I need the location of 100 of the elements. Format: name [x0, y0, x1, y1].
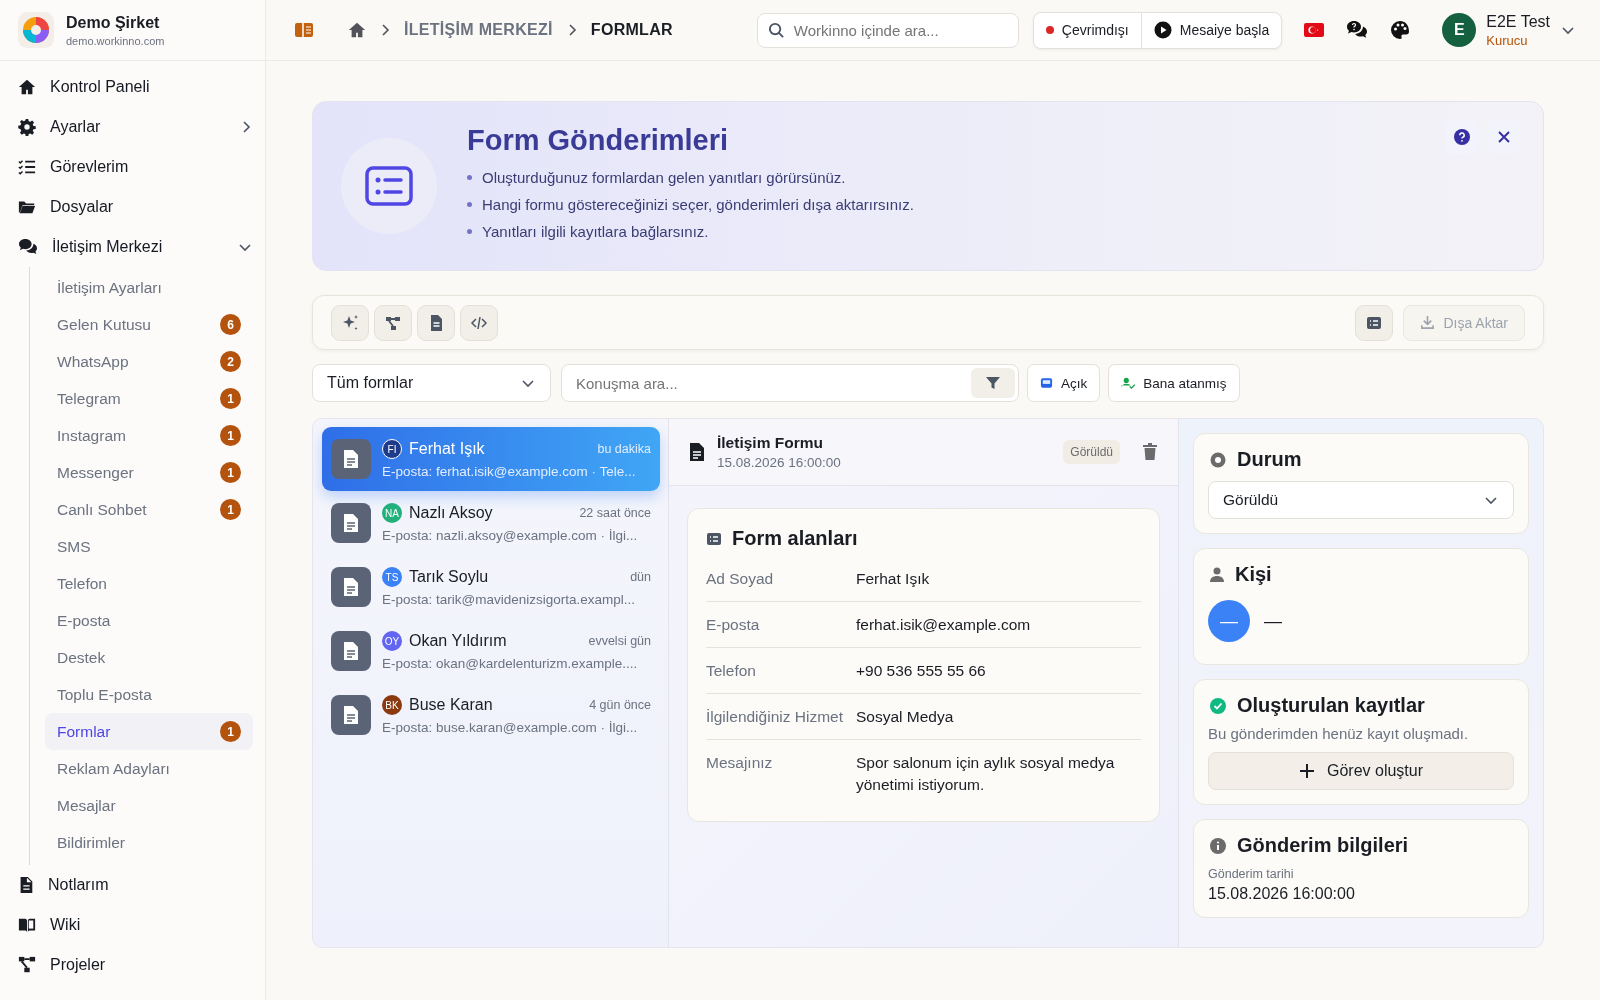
form-name: İletişim Formu — [717, 434, 824, 452]
count-badge: 1 — [220, 721, 241, 742]
banner-bullet-text: Oluşturduğunuz formlardan gelen yanıtları görürsünüz. — [482, 169, 846, 186]
document-button[interactable] — [417, 304, 455, 341]
field-value: Sosyal Medya — [856, 707, 954, 727]
home-icon[interactable] — [348, 21, 366, 39]
avatar: BK — [382, 695, 402, 715]
search-field[interactable]: Workinno içinde ara... — [756, 12, 1019, 48]
document-icon — [343, 577, 359, 597]
submission-item[interactable]: BK Buse Karan 4 gün önce E-posta: buse.karan@example.com · İlgi... — [322, 683, 660, 747]
presence-button[interactable]: Çevrimdışı — [1033, 12, 1141, 48]
submitter-name: Okan Yıldırım — [409, 632, 508, 650]
avatar: TS — [382, 567, 402, 587]
sidebar-subitem[interactable]: Messenger 1 — [45, 454, 253, 491]
sidebar-item[interactable]: Dosyalar — [50, 198, 253, 216]
sidebar-subitem[interactable]: Formlar 1 — [45, 713, 253, 750]
preview-text: E-posta: tarik@mavidenizsigorta.exampl... — [382, 592, 637, 607]
submission-item[interactable]: OY Okan Yıldırım evvelsi gün E-posta: okan@kardelenturizm.example.... — [322, 619, 660, 683]
count-badge: 1 — [220, 499, 241, 520]
breadcrumb-item[interactable]: İLETİŞİM MERKEZİ — [404, 21, 553, 39]
sidebar-item[interactable]: İletişim Merkezi — [52, 238, 223, 256]
timestamp: dün — [630, 570, 651, 584]
close-button[interactable] — [1487, 120, 1521, 154]
field-value: Ferhat Işık — [856, 569, 930, 589]
status-select[interactable]: Görüldü — [1208, 481, 1514, 519]
preview-text: E-posta: okan@kardelenturizm.example.... — [382, 656, 639, 671]
document-icon — [689, 442, 705, 462]
delete-icon[interactable] — [1142, 443, 1158, 461]
count-badge: 1 — [220, 462, 241, 483]
info-value: 15.08.2026 16:00:00 — [1208, 885, 1356, 903]
sidebar-subitem[interactable]: İletişim Ayarları — [45, 269, 253, 306]
sidebar-subitem[interactable]: Telefon — [45, 565, 253, 602]
flag-icon[interactable] — [1304, 23, 1325, 37]
document-icon — [343, 705, 359, 725]
sidebar-item[interactable]: Kontrol Paneli — [50, 78, 253, 96]
settings-icon — [18, 118, 36, 136]
avatar: NA — [382, 503, 402, 523]
banner-bullet-text: Yanıtları ilgili kayıtlara bağlarsınız. — [482, 223, 709, 240]
sidebar-item[interactable]: Notlarım — [48, 876, 253, 894]
company-domain: demo.workinno.com — [66, 34, 165, 47]
card-title: Durum — [1237, 448, 1302, 471]
form-select[interactable]: Tüm formlar — [312, 364, 551, 402]
panel-toggle-icon[interactable] — [294, 22, 314, 38]
filter-chip[interactable]: Bana atanmış — [1108, 364, 1240, 402]
submission-item[interactable]: TS Tarık Soylu dün E-posta: tarik@mavidenizsigorta.exampl... — [322, 555, 660, 619]
card-title: Form alanları — [732, 527, 858, 550]
sidebar-subitem[interactable]: Toplu E-posta — [45, 676, 253, 713]
contact-name: — — [1264, 610, 1282, 632]
help-chat-icon[interactable] — [1346, 20, 1369, 40]
code-button[interactable] — [460, 304, 498, 341]
list-icon — [1366, 315, 1383, 330]
submitter-name: Tarık Soylu — [409, 568, 490, 586]
sidebar-subitem[interactable]: Gelen Kutusu 6 — [45, 306, 253, 343]
list-view-button[interactable] — [1355, 304, 1394, 341]
sparkle-button[interactable] — [331, 304, 369, 341]
diagram-button[interactable] — [374, 304, 412, 341]
info-icon — [1210, 837, 1226, 854]
sidebar-subitem[interactable]: Destek — [45, 639, 253, 676]
submitter-name: Ferhat Işık — [409, 440, 486, 458]
palette-icon[interactable] — [1390, 20, 1411, 40]
sidebar-item[interactable]: Projeler — [50, 956, 253, 974]
submission-item[interactable]: NA Nazlı Aksoy 22 saat önce E-posta: nazli.aksoy@example.com · İlgi... — [322, 491, 660, 555]
help-button[interactable] — [1445, 120, 1479, 154]
close-icon — [1497, 130, 1511, 144]
field-label: İlgilendiğiniz Hizmet — [706, 707, 844, 727]
filter-button[interactable] — [971, 368, 1015, 398]
sparkle-icon — [341, 313, 359, 332]
field-value: Spor salonum için aylık sosyal medya yönetimi istiyorum. — [856, 753, 1116, 795]
submission-item[interactable]: FI Ferhat Işık bu dakika E-posta: ferhat.isik@example.com · Tele... — [322, 427, 660, 491]
sidebar-item[interactable]: Ayarlar — [50, 118, 225, 136]
timestamp: 4 gün önce — [589, 698, 651, 712]
empty-state-text: Bu gönderimden henüz kayıt oluşmadı. — [1208, 725, 1470, 742]
sidebar-subitem[interactable]: WhatsApp 2 — [45, 343, 253, 380]
sidebar-subitem[interactable]: Mesajlar — [45, 787, 253, 824]
sidebar-subitem[interactable]: Bildirimler — [45, 824, 253, 861]
status-badge: Görüldü — [1063, 440, 1120, 464]
sidebar-item[interactable]: Wiki — [50, 916, 253, 934]
chat-icon — [18, 238, 38, 256]
contact-avatar[interactable]: — — [1208, 600, 1250, 642]
document-icon — [343, 641, 359, 661]
sidebar-subitem[interactable]: Instagram 1 — [45, 417, 253, 454]
timestamp: 22 saat önce — [579, 506, 651, 520]
sidebar-subitem[interactable]: E-posta — [45, 602, 253, 639]
create-task-button[interactable]: Görev oluştur — [1208, 752, 1514, 790]
breadcrumb-item: FORMLAR — [590, 21, 673, 39]
plus-icon — [1298, 763, 1315, 779]
start-shift-button[interactable]: Mesaiye başla — [1140, 12, 1282, 48]
filter-chip[interactable]: Açık — [1027, 364, 1101, 402]
sidebar-subitem[interactable]: SMS — [45, 528, 253, 565]
sidebar-subitem[interactable]: Telegram 1 — [45, 380, 253, 417]
sidebar-subitem[interactable]: Reklam Adayları — [45, 750, 253, 787]
field-label: E-posta — [706, 615, 761, 635]
sidebar-item[interactable]: Görevlerim — [50, 158, 253, 176]
user-avatar: E — [1442, 13, 1477, 47]
timestamp: evvelsi gün — [588, 634, 651, 648]
document-icon — [343, 513, 359, 533]
conversation-search-field[interactable]: Konuşma ara... — [561, 364, 1019, 402]
filter-icon — [985, 375, 1001, 391]
card-title: Oluşturulan kayıtlar — [1237, 694, 1425, 717]
sidebar-subitem[interactable]: Canlı Sohbet 1 — [45, 491, 253, 528]
